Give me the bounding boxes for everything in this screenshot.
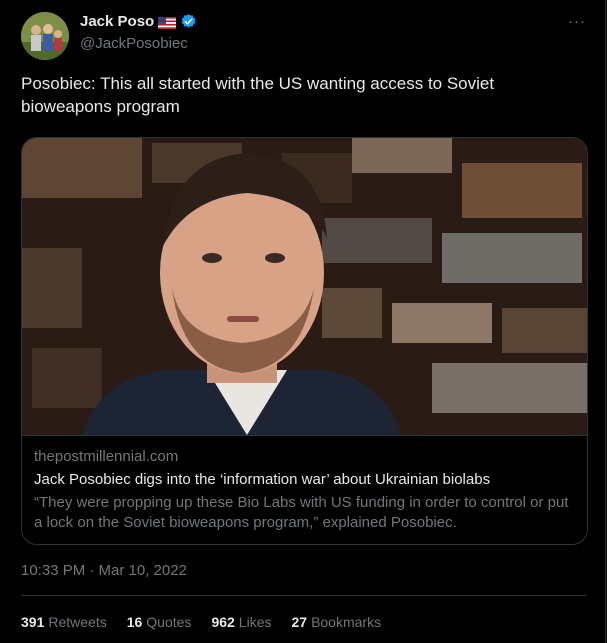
likes-label: Likes	[238, 614, 272, 630]
author-handle[interactable]: @JackPosobiec	[80, 35, 188, 52]
retweets-stat[interactable]: 391 Retweets	[21, 614, 107, 630]
quotes-label: Quotes	[146, 614, 192, 630]
avatar[interactable]	[21, 12, 69, 60]
author-name-row: Jack Poso	[80, 13, 197, 30]
tweet-container: Jack Poso @JackPosobiec ··· Posobiec: Th…	[0, 0, 606, 643]
card-image	[22, 138, 587, 435]
quotes-stat[interactable]: 16 Quotes	[127, 614, 192, 630]
author-name[interactable]: Jack Poso	[80, 13, 154, 30]
card-title[interactable]: Jack Posobiec digs into the ‘information…	[34, 471, 574, 488]
tweet-text: Posobiec: This all started with the US w…	[21, 74, 495, 116]
engagement-stats: 391 Retweets 16 Quotes 962 Likes 27 Bookmark…	[21, 614, 381, 630]
card-domain: thepostmillennial.com	[34, 448, 179, 465]
bookmarks-label: Bookmarks	[311, 614, 382, 630]
us-flag-icon	[158, 16, 177, 29]
link-preview-card[interactable]: thepostmillennial.com Jack Posobiec digs…	[21, 137, 588, 545]
more-options-icon[interactable]: ···	[568, 13, 586, 30]
bookmarks-count: 27	[291, 614, 308, 630]
tweet-timestamp[interactable]: 10:33 PM · Mar 10, 2022	[21, 562, 187, 579]
verified-badge-icon[interactable]	[180, 13, 197, 30]
quotes-count: 16	[126, 614, 143, 630]
divider	[21, 595, 586, 596]
likes-stat[interactable]: 962 Likes	[211, 614, 271, 630]
retweets-label: Retweets	[48, 614, 107, 630]
retweets-count: 391	[21, 614, 45, 630]
bookmarks-stat[interactable]: 27 Bookmarks	[291, 614, 381, 630]
likes-count: 962	[211, 614, 235, 630]
card-text-area: thepostmillennial.com Jack Posobiec digs…	[22, 435, 587, 544]
card-description: “They were propping up these Bio Labs wi…	[34, 494, 569, 531]
